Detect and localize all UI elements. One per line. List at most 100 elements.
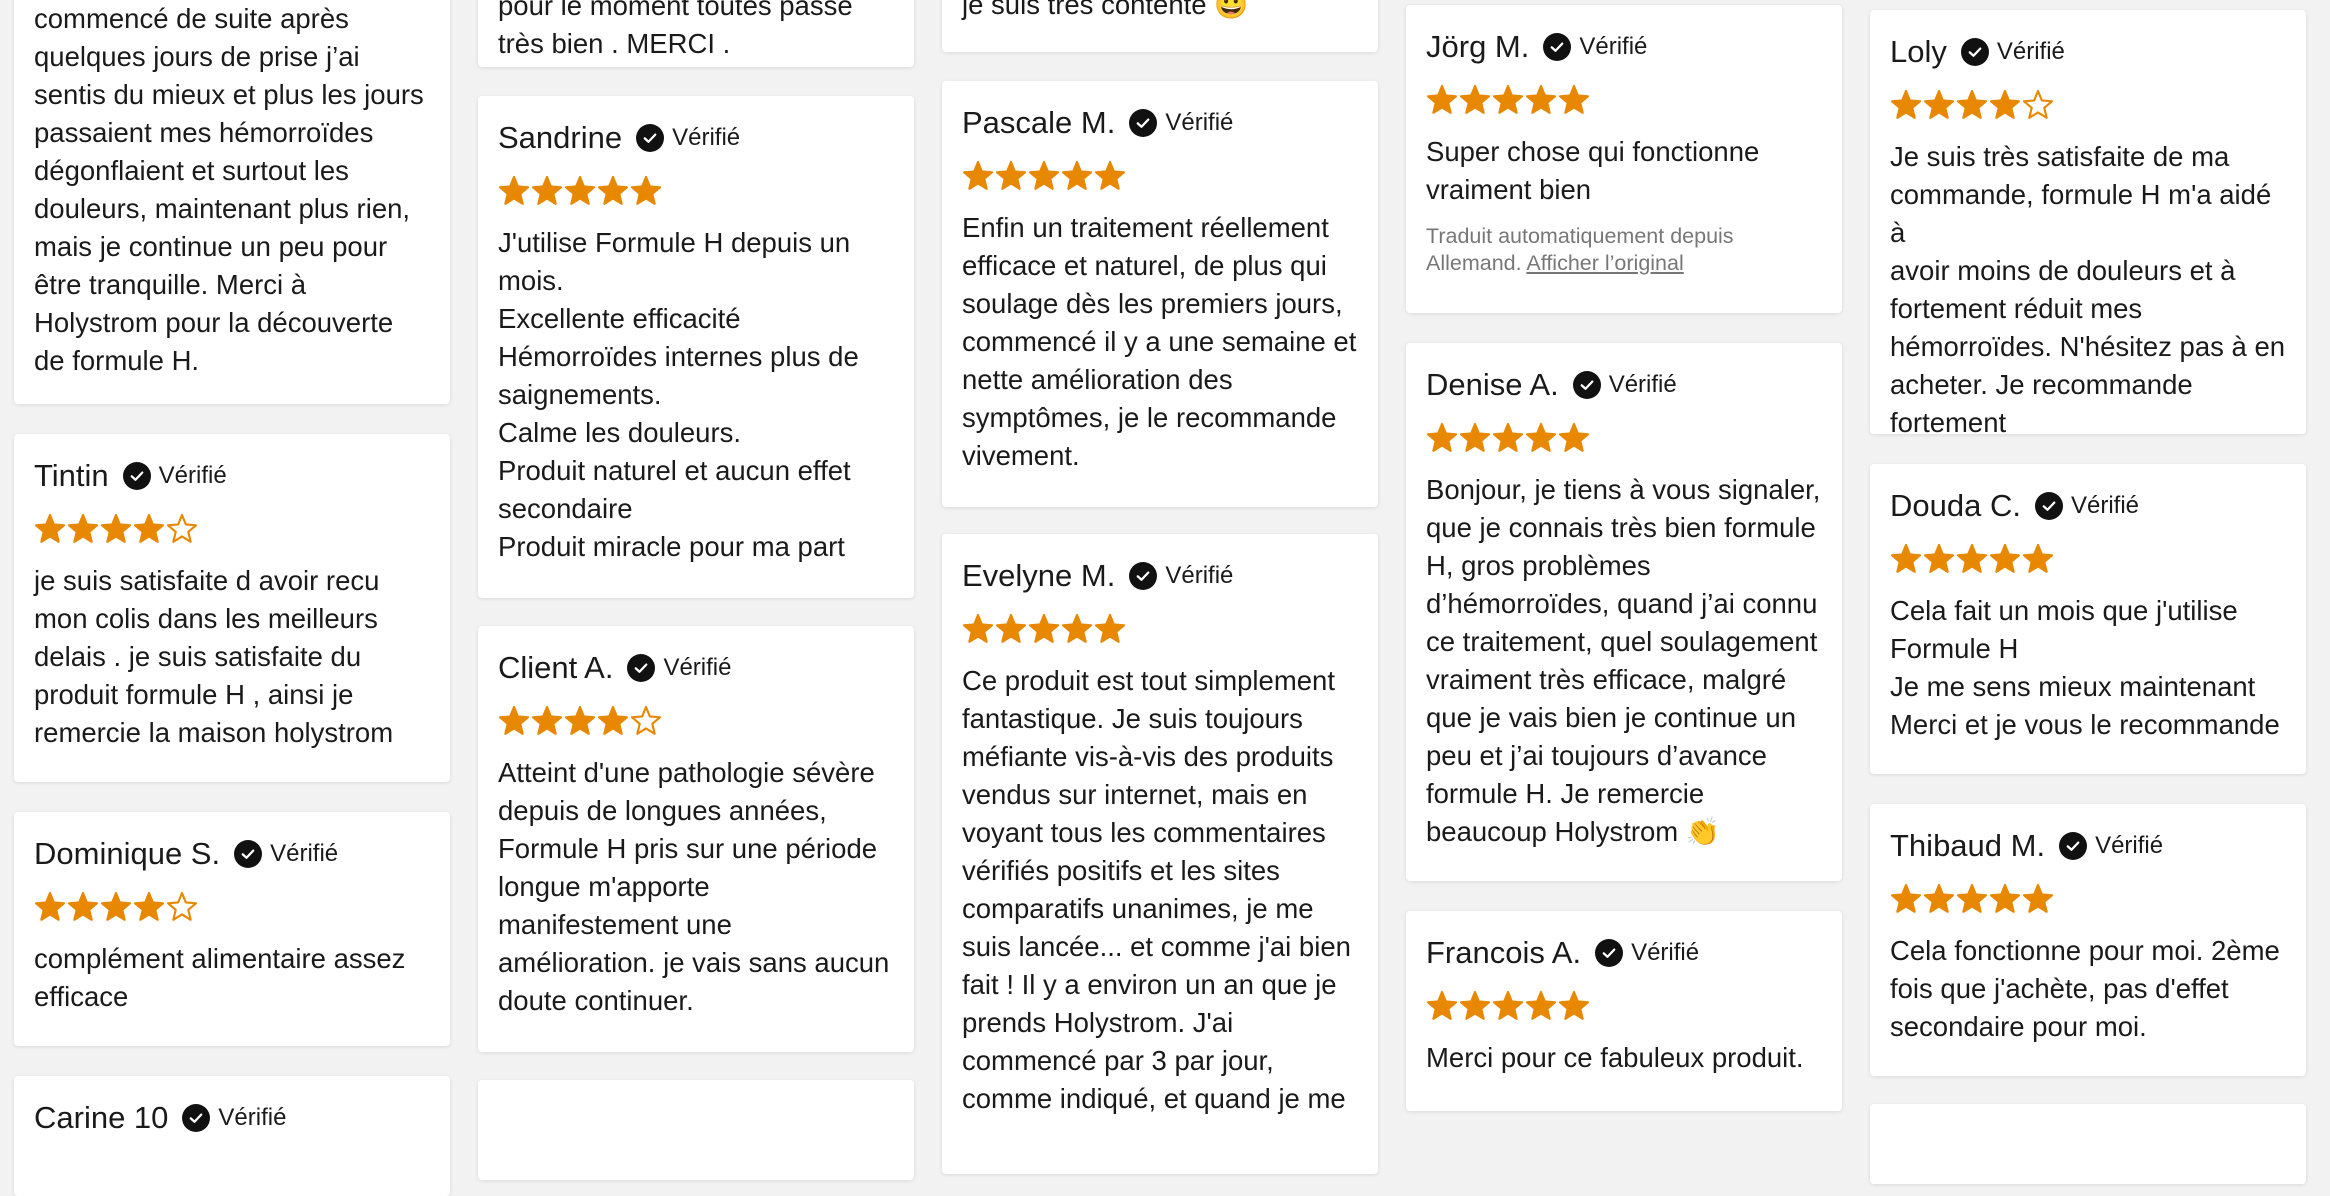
- verified-check-icon: [1129, 109, 1158, 137]
- star-filled-icon: [1956, 883, 1988, 913]
- star-filled-icon: [67, 891, 99, 921]
- review-text-line: commencé il y a une semaine et: [962, 326, 1357, 357]
- review-text-line: Hémorroïdes internes plus de: [498, 341, 859, 372]
- star-filled-icon: [1459, 84, 1491, 114]
- star-filled-icon: [962, 613, 994, 643]
- reviewer-name: Thibaud M.: [1890, 828, 2046, 863]
- review-card: Sandrine Vérifié J'utilise Formule H depu…: [478, 96, 914, 598]
- review-text-line: que je vais bien je continue un: [1426, 702, 1796, 733]
- star-filled-icon: [1923, 89, 1955, 119]
- review-text-line: beaucoup Holystrom 👏: [1426, 816, 1721, 847]
- review-text-line: je suis satisfaite d avoir recu: [34, 565, 380, 596]
- show-original-link[interactable]: Afficher l’original: [1526, 251, 1683, 275]
- verified-check-icon: [1572, 371, 1601, 399]
- star-rating: [498, 174, 894, 208]
- reviewer-name: Client A.: [498, 650, 614, 685]
- review-card: Tintin Vérifié je suis satisfaite d avoir…: [14, 434, 450, 782]
- star-filled-icon: [1459, 422, 1491, 452]
- star-filled-icon: [1558, 84, 1590, 114]
- review-text-line: commencé par 3 par jour,: [962, 1045, 1274, 1076]
- star-empty-icon: [2022, 89, 2054, 119]
- review-text-line: nette amélioration des: [962, 364, 1233, 395]
- star-filled-icon: [67, 513, 99, 543]
- review-text-line: symptômes, je le recommande: [962, 402, 1337, 433]
- star-rating: [1890, 542, 2286, 576]
- review-text: pour le moment toutes passé très bien . M…: [498, 0, 894, 63]
- review-text: complément alimentaire assez efficace: [34, 940, 430, 1016]
- review-text: je suis satisfaite d avoir recu mon colis…: [34, 562, 430, 752]
- verified-label: Vérifié: [1165, 562, 1234, 589]
- star-filled-icon: [1989, 89, 2021, 119]
- star-filled-icon: [1094, 160, 1126, 190]
- review-text-line: mois.: [498, 265, 564, 296]
- verified-label: Vérifié: [270, 840, 339, 867]
- review-text-line: fait ! Il y a environ un an que je: [962, 969, 1337, 1000]
- review-text-line: Je suis très satisfaite de ma: [1890, 141, 2230, 172]
- review-text-line: manifestement une: [498, 909, 732, 940]
- review-card: Jörg M. Vérifié Super chose qui fonctionn…: [1406, 5, 1842, 313]
- star-filled-icon: [1956, 89, 1988, 119]
- star-filled-icon: [1061, 613, 1093, 643]
- review-text: Super chose qui fonctionne vraiment bien: [1426, 133, 1822, 209]
- verified-label: Vérifié: [1165, 109, 1234, 136]
- review-text-line: H, gros problèmes: [1426, 550, 1651, 581]
- verified-label: Vérifié: [2070, 492, 2139, 519]
- star-filled-icon: [2022, 883, 2054, 913]
- star-filled-icon: [498, 705, 530, 735]
- review-text-line: remercie la maison holystrom: [34, 717, 394, 748]
- star-filled-icon: [1426, 84, 1458, 114]
- review-text: Cela fonctionne pour moi. 2ème fois que j…: [1890, 932, 2286, 1046]
- review-text: Enfin un traitement réellement efficace e…: [962, 209, 1358, 475]
- star-filled-icon: [1492, 84, 1524, 114]
- star-filled-icon: [1923, 543, 1955, 573]
- star-filled-icon: [34, 891, 66, 921]
- review-text-line: peu et j’ai toujours d’avance: [1426, 740, 1767, 771]
- review-text-line: amélioration. je vais sans aucun: [498, 947, 890, 978]
- star-filled-icon: [630, 175, 662, 205]
- star-filled-icon: [1426, 990, 1458, 1020]
- star-filled-icon: [1558, 990, 1590, 1020]
- review-card: je suis très contente 😀: [942, 0, 1378, 52]
- review-text-line: Produit naturel et aucun effet: [498, 455, 851, 486]
- star-filled-icon: [34, 513, 66, 543]
- review-text-line: Formule H pris sur une période: [498, 833, 878, 864]
- review-text-line: Atteint d'une pathologie sévère: [498, 757, 875, 788]
- star-filled-icon: [1028, 613, 1060, 643]
- review-text-line: Holystrom pour la découverte: [34, 307, 394, 338]
- review-text-line: delais . je suis satisfaite du: [34, 641, 362, 672]
- reviewer-name: Sandrine: [498, 120, 623, 155]
- reviewer-name: Dominique S.: [34, 836, 221, 871]
- star-empty-icon: [166, 891, 198, 921]
- star-rating: [34, 890, 430, 924]
- review-card: [1870, 1104, 2306, 1184]
- star-filled-icon: [1061, 160, 1093, 190]
- verified-check-icon: [2059, 832, 2088, 860]
- review-text-line: secondaire pour moi.: [1890, 1011, 2147, 1042]
- review-text-line: fois que j'achète, pas d'effet: [1890, 973, 2229, 1004]
- review-text: je suis très contente 😀: [962, 0, 1358, 24]
- verified-check-icon: [122, 462, 151, 490]
- review-text-line: depuis de longues années,: [498, 795, 827, 826]
- review-text-line: doute continuer.: [498, 985, 694, 1016]
- review-text-line: avoir moins de douleurs et à: [1890, 255, 2236, 286]
- star-filled-icon: [1492, 422, 1524, 452]
- review-text: Ce produit est tout simplement fantastiqu…: [962, 662, 1358, 1118]
- review-card: Thibaud M. Vérifié Cela fonctionne pour m…: [1870, 804, 2306, 1076]
- review-text-line: hémorroïdes. N'hésitez pas à en: [1890, 331, 2286, 362]
- star-filled-icon: [962, 160, 994, 190]
- review-text-line: voyant tous les commentaires: [962, 817, 1326, 848]
- star-filled-icon: [1989, 883, 2021, 913]
- review-text-line: Formule H: [1890, 633, 2019, 664]
- reviewer-name: Tintin: [34, 458, 109, 493]
- star-filled-icon: [597, 175, 629, 205]
- star-filled-icon: [498, 175, 530, 205]
- review-text-line: mon colis dans les meilleurs: [34, 603, 378, 634]
- review-text-line: prends Holystrom. J'ai: [962, 1007, 1234, 1038]
- review-text-line: Je me sens mieux maintenant: [1890, 671, 2256, 702]
- review-card: Loly Vérifié Je suis très satisfaite de m…: [1870, 10, 2306, 434]
- verified-check-icon: [1129, 562, 1158, 590]
- verified-check-icon: [636, 124, 665, 152]
- review-text-line: acheter. Je recommande: [1890, 369, 2193, 400]
- star-rating: [498, 704, 894, 738]
- reviewer-name: Denise A.: [1426, 367, 1559, 402]
